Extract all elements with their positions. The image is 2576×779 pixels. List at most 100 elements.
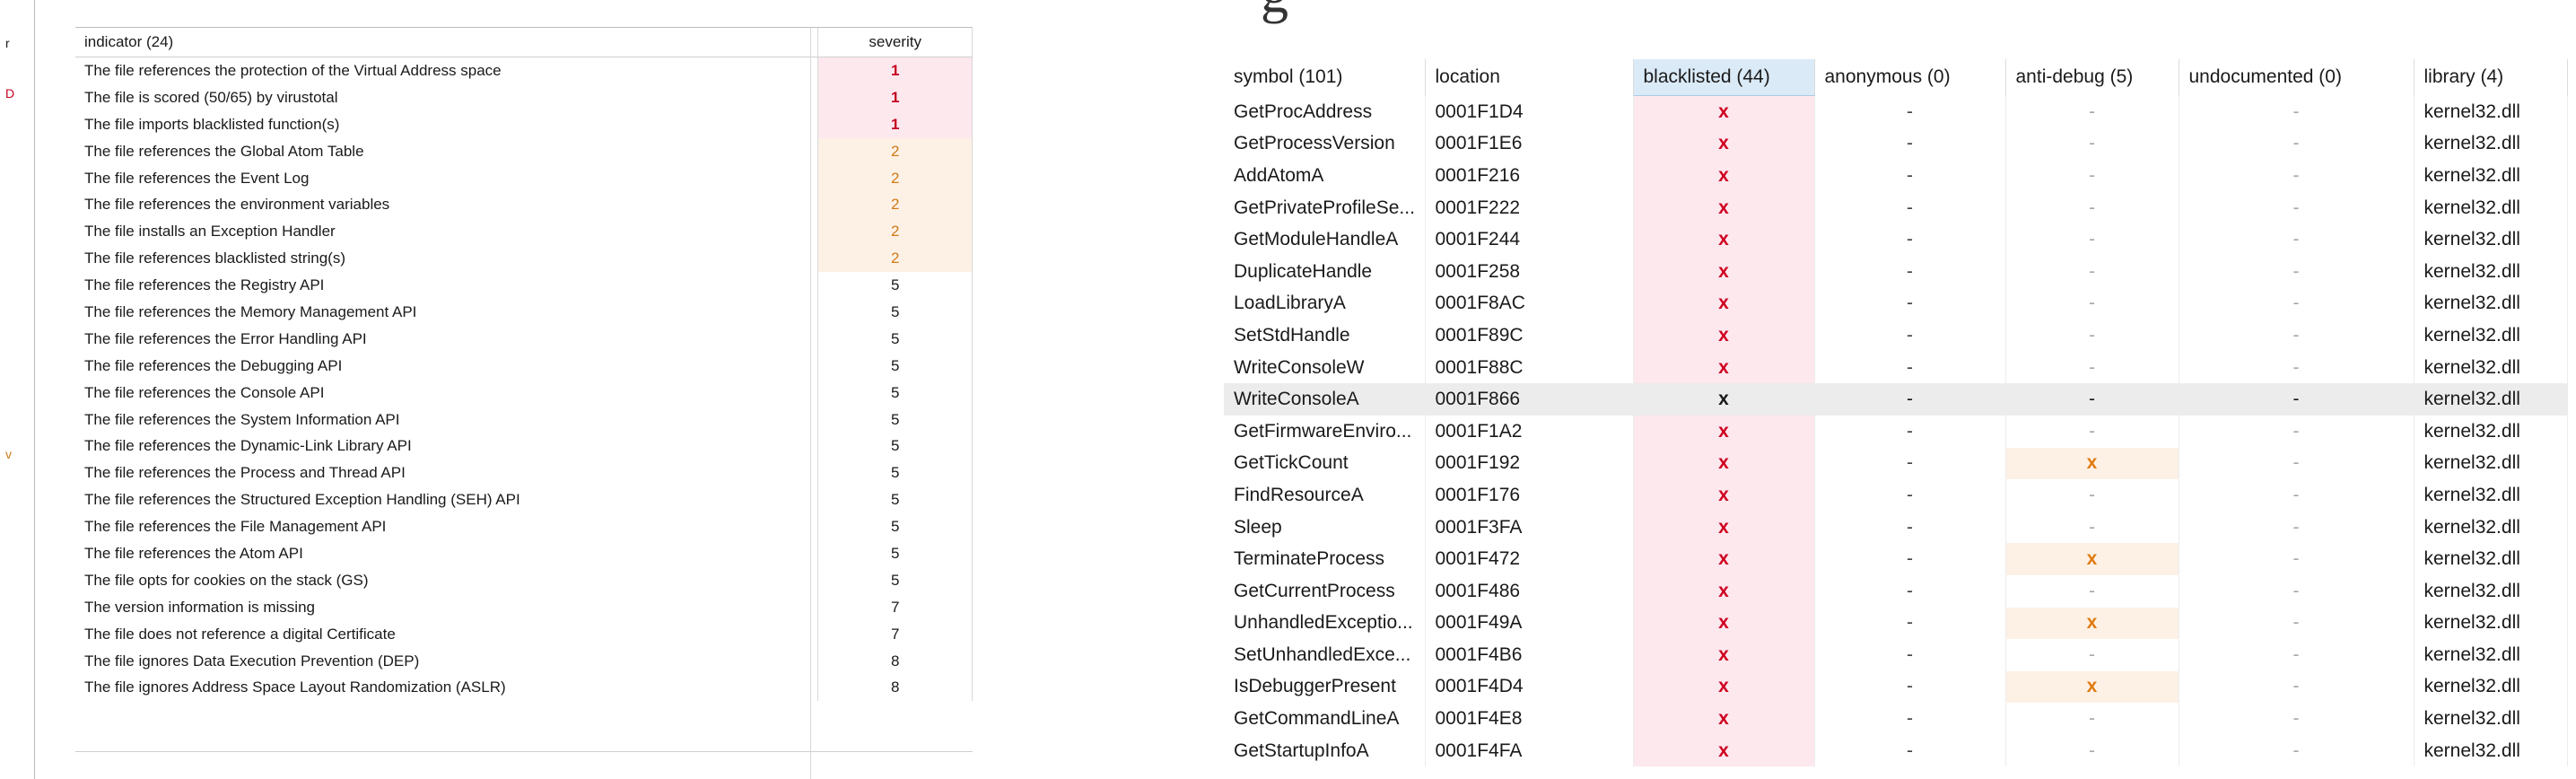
anti-debug-mark: - xyxy=(2005,223,2179,256)
symbol-name: TerminateProcess xyxy=(1224,543,1426,575)
symbol-location: 0001F89C xyxy=(1425,319,1634,352)
anti-debug-mark: - xyxy=(2005,191,2179,224)
indicator-text: The file references the Global Atom Tabl… xyxy=(84,142,364,160)
undocumented-mark: - xyxy=(2179,351,2414,384)
symbol-name: GetFirmwareEnviro... xyxy=(1224,415,1426,448)
symbol-row[interactable]: GetProcessVersion 0001F1E6 x - - - kernel32.dl… xyxy=(1224,127,2568,161)
indicator-row[interactable]: The file references the Event Log 2 xyxy=(75,164,973,192)
indicator-row[interactable]: The file installs an Exception Handler 2 xyxy=(75,218,973,246)
header-library[interactable]: library (4) xyxy=(2414,59,2568,96)
symbol-row[interactable]: WriteConsoleA 0001F866 x - - - kernel32.dll xyxy=(1224,383,2568,416)
symbol-row[interactable]: LoadLibraryA 0001F8AC x - - - kernel32.dll xyxy=(1224,287,2568,320)
symbol-row[interactable]: Sleep 0001F3FA x - - - kernel32.dll xyxy=(1224,511,2568,544)
symbol-library: kernel32.dll xyxy=(2414,734,2568,767)
symbol-row[interactable]: WriteConsoleW 0001F88C x - - - kernel32.dll xyxy=(1224,351,2568,384)
anti-debug-mark: - xyxy=(2005,351,2179,384)
undocumented-mark: - xyxy=(2179,415,2414,448)
indicator-row[interactable]: The file imports blacklisted function(s)… xyxy=(75,110,973,138)
symbol-row[interactable]: GetModuleHandleA 0001F244 x - - - kernel32.dll xyxy=(1224,223,2568,256)
symbol-name: GetCurrentProcess xyxy=(1224,574,1426,608)
indicator-text: The file references the Atom API xyxy=(84,544,303,562)
indicator-row[interactable]: The file references the Console API 5 xyxy=(75,379,973,407)
indicator-row[interactable]: The file references the Structured Excep… xyxy=(75,486,973,514)
header-symbol[interactable]: symbol (101) xyxy=(1224,59,1426,96)
indicator-row[interactable]: The file references the Dynamic-Link Lib… xyxy=(75,433,973,460)
symbol-library: kernel32.dll xyxy=(2414,479,2568,512)
symbols-table: symbol (101) location blacklisted (44) a… xyxy=(1224,59,2568,767)
symbol-row[interactable]: UnhandledExceptio... 0001F49A x - x - kernel32… xyxy=(1224,607,2568,640)
indicator-row[interactable]: The version information is missing 7 xyxy=(75,593,973,621)
symbol-location: 0001F4FA xyxy=(1425,734,1634,767)
indicator-row[interactable]: The file references the Error Handling A… xyxy=(75,325,973,353)
edge-mark: r xyxy=(5,36,10,50)
blacklisted-mark: x xyxy=(1633,223,1815,256)
symbol-library: kernel32.dll xyxy=(2414,95,2568,128)
undocumented-mark: - xyxy=(2179,574,2414,608)
symbol-name: WriteConsoleA xyxy=(1224,383,1426,416)
symbol-row[interactable]: GetFirmwareEnviro... 0001F1A2 x - - - kernel32… xyxy=(1224,415,2568,448)
indicator-row[interactable]: The file references the Memory Managemen… xyxy=(75,299,973,326)
header-anti-debug[interactable]: anti-debug (5) xyxy=(2005,59,2179,96)
indicator-row[interactable]: The file is scored (50/65) by virustotal… xyxy=(75,83,973,111)
header-severity[interactable]: severity xyxy=(817,27,973,57)
symbol-library: kernel32.dll xyxy=(2414,127,2568,161)
blacklisted-mark: x xyxy=(1633,255,1815,288)
undocumented-mark: - xyxy=(2179,160,2414,192)
indicator-row[interactable]: The file references the environment vari… xyxy=(75,191,973,219)
severity-value: 5 xyxy=(817,486,973,514)
blacklisted-mark: x xyxy=(1633,479,1815,512)
symbol-library: kernel32.dll xyxy=(2414,415,2568,448)
symbol-row[interactable]: SetStdHandle 0001F89C x - - - kernel32.dll xyxy=(1224,319,2568,352)
severity-value: 2 xyxy=(817,137,973,165)
header-location[interactable]: location xyxy=(1425,59,1634,96)
symbol-row[interactable]: SetUnhandledExce... 0001F4B6 x - - - kernel32.… xyxy=(1224,639,2568,671)
symbol-row[interactable]: IsDebuggerPresent 0001F4D4 x - x - kernel32.dl… xyxy=(1224,670,2568,704)
severity-value: 5 xyxy=(817,272,973,300)
indicator-text: The file is scored (50/65) by virustotal xyxy=(84,88,338,106)
anonymous-mark: - xyxy=(1814,255,2006,288)
severity-value: 5 xyxy=(817,352,973,380)
symbol-row[interactable]: GetProcAddress 0001F1D4 x - - - kernel32.dll xyxy=(1224,95,2568,128)
header-anonymous[interactable]: anonymous (0) xyxy=(1814,59,2006,96)
symbol-row[interactable]: GetTickCount 0001F192 x - x - kernel32.dll xyxy=(1224,447,2568,480)
indicator-text: The file references the System Informati… xyxy=(84,410,400,428)
severity-value: 5 xyxy=(817,406,973,433)
indicator-row[interactable]: The file references the protection of th… xyxy=(75,57,973,84)
indicator-row[interactable]: The file references the Debugging API 5 xyxy=(75,352,973,380)
indicator-row[interactable]: The file references blacklisted string(s… xyxy=(75,245,973,273)
symbol-row[interactable]: GetPrivateProfileSe... 0001F222 x - - - kernel… xyxy=(1224,191,2568,224)
indicators-table-bottom-border xyxy=(75,751,973,752)
indicator-row[interactable]: The file references the Atom API 5 xyxy=(75,540,973,567)
symbol-row[interactable]: DuplicateHandle 0001F258 x - - - kernel32.dll xyxy=(1224,255,2568,288)
indicator-row[interactable]: The file opts for cookies on the stack (… xyxy=(75,566,973,594)
symbol-library: kernel32.dll xyxy=(2414,287,2568,320)
indicator-row[interactable]: The file references the Global Atom Tabl… xyxy=(75,137,973,165)
undocumented-mark: - xyxy=(2179,479,2414,512)
symbol-location: 0001F49A xyxy=(1425,607,1634,640)
undocumented-mark: - xyxy=(2179,447,2414,480)
severity-value: 1 xyxy=(817,57,973,84)
symbol-name: AddAtomA xyxy=(1224,160,1426,192)
symbol-name: FindResourceA xyxy=(1224,479,1426,512)
symbol-row[interactable]: GetCommandLineA 0001F4E8 x - - - kernel32.dll xyxy=(1224,703,2568,735)
symbol-row[interactable]: AddAtomA 0001F216 x - - - kernel32.dll xyxy=(1224,160,2568,192)
indicator-row[interactable]: The file references the Registry API 5 xyxy=(75,272,973,300)
symbol-row[interactable]: TerminateProcess 0001F472 x - x - kernel32.dll xyxy=(1224,543,2568,575)
symbol-row[interactable]: FindResourceA 0001F176 x - - - kernel32.dll xyxy=(1224,479,2568,512)
symbol-row[interactable]: GetCurrentProcess 0001F486 x - - - kernel32.dl… xyxy=(1224,574,2568,608)
header-undocumented[interactable]: undocumented (0) xyxy=(2179,59,2414,96)
indicator-text: The file references the protection of th… xyxy=(84,61,502,79)
symbol-location: 0001F4D4 xyxy=(1425,670,1634,704)
indicator-row[interactable]: The file does not reference a digital Ce… xyxy=(75,620,973,648)
indicator-row[interactable]: The file ignores Data Execution Preventi… xyxy=(75,647,973,675)
indicator-row[interactable]: The file ignores Address Space Layout Ra… xyxy=(75,674,973,702)
indicator-row[interactable]: The file references the System Informati… xyxy=(75,406,973,433)
symbol-location: 0001F486 xyxy=(1425,574,1634,608)
header-indicator[interactable]: indicator (24) xyxy=(75,27,818,57)
header-blacklisted[interactable]: blacklisted (44) xyxy=(1633,59,1815,96)
undocumented-mark: - xyxy=(2179,191,2414,224)
indicator-row[interactable]: The file references the File Management … xyxy=(75,513,973,541)
symbol-library: kernel32.dll xyxy=(2414,191,2568,224)
indicator-row[interactable]: The file references the Process and Thre… xyxy=(75,460,973,487)
symbol-row[interactable]: GetStartupInfoA 0001F4FA x - - - kernel32.dll xyxy=(1224,734,2568,767)
